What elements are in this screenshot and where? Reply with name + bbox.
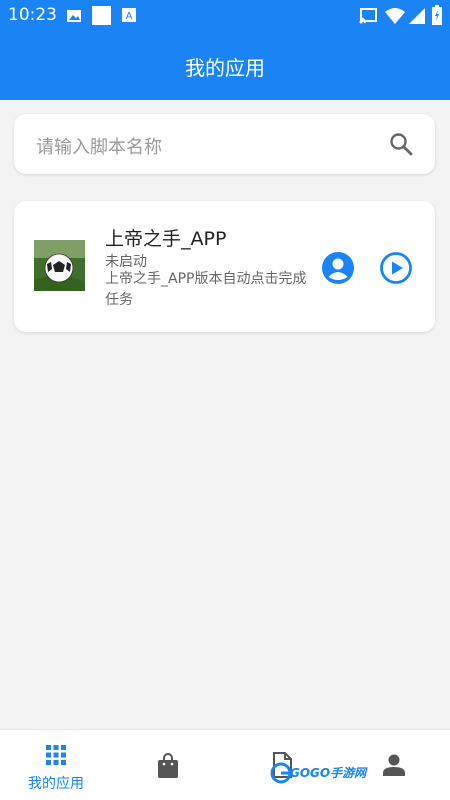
svg-text:A: A (126, 11, 133, 22)
gogo-logo-icon (270, 762, 292, 784)
status-bar: 10:23 A (0, 0, 450, 32)
shopping-bag-icon (158, 753, 178, 778)
app-name: 上帝之手_APP (105, 228, 227, 250)
page-title: 我的应用 (185, 56, 265, 80)
battery-icon (432, 5, 442, 25)
signal-icon (409, 8, 425, 24)
cast-icon (359, 8, 377, 24)
image-icon (67, 10, 81, 22)
search-box[interactable]: 请输入脚本名称 (14, 114, 435, 174)
app-description: 上帝之手_APP版本自动点击完成任务 (105, 271, 307, 308)
a-icon: A (122, 8, 136, 22)
nav-shop[interactable] (112, 730, 224, 800)
account-circle-icon[interactable] (321, 251, 355, 285)
wifi-icon (385, 8, 405, 24)
play-icon[interactable] (379, 251, 413, 285)
watermark-logo: GOGO手游网 (268, 752, 368, 792)
nav-my-apps[interactable]: 我的应用 (0, 730, 112, 800)
watermark-text: GOGO手游网 (290, 766, 367, 780)
app-status: 未启动 (105, 254, 147, 270)
person-icon (383, 754, 405, 776)
white-square-icon (92, 6, 111, 25)
search-input[interactable]: 请输入脚本名称 (36, 133, 162, 159)
search-icon[interactable] (389, 132, 413, 156)
status-time: 10:23 (8, 5, 57, 25)
bottom-nav: 我的应用 (0, 729, 450, 800)
nav-label: 我的应用 (28, 776, 84, 792)
grid-icon (46, 745, 66, 765)
app-card[interactable]: 上帝之手_APP 未启动 上帝之手_APP版本自动点击完成任务 (14, 201, 435, 332)
app-bar: 我的应用 (0, 32, 450, 100)
app-thumbnail (34, 240, 85, 291)
